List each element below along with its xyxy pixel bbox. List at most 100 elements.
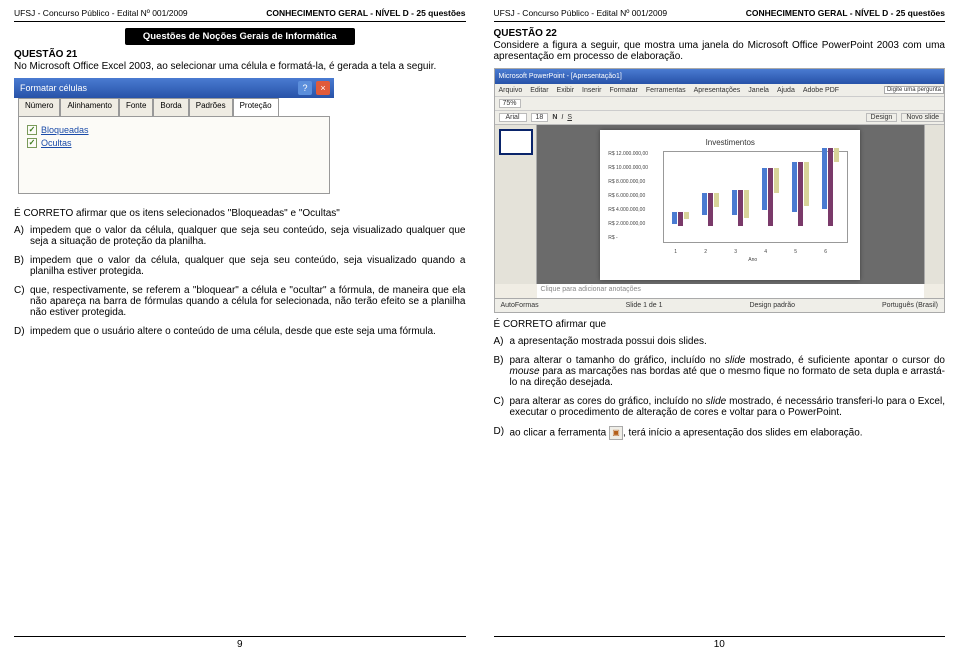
ppt-toolbar-1: 75% <box>495 97 945 111</box>
check-bloqueadas-row[interactable]: ✓ Bloqueadas <box>27 125 321 135</box>
zoom-box[interactable]: 75% <box>499 99 521 108</box>
header-right: CONHECIMENTO GERAL - NÍVEL D - 25 questõ… <box>266 8 465 18</box>
x-tick: 5 <box>794 249 797 255</box>
help-search-box[interactable]: Digite uma pergunta <box>884 86 944 94</box>
opt-b-pre: para alterar o tamanho do gráfico, inclu… <box>510 355 725 366</box>
opt-b-mid: mostrado, é suficiente apontar o cursor … <box>745 355 945 366</box>
bold-icon[interactable]: N <box>552 114 557 121</box>
header-row: UFSJ - Concurso Público - Edital Nº 001/… <box>14 8 466 22</box>
tab-numero[interactable]: Número <box>18 98 60 116</box>
menu-adobepdf[interactable]: Adobe PDF <box>803 87 839 94</box>
dialog-close-icon[interactable]: × <box>316 81 330 95</box>
thumbnail-panel <box>495 125 537 284</box>
dialog-help-icon[interactable]: ? <box>298 81 312 95</box>
autoforms-button[interactable]: AutoFormas <box>501 302 539 309</box>
menu-ferramentas[interactable]: Ferramentas <box>646 87 686 94</box>
header-left: UFSJ - Concurso Público - Edital Nº 001/… <box>494 8 668 18</box>
ppt-title-bar: Microsoft PowerPoint - [Apresentação1] <box>495 69 945 84</box>
y-tick: R$ 2.000.000,00 <box>608 221 645 227</box>
x-tick: 6 <box>824 249 827 255</box>
q22-heading: QUESTÃO 22 <box>494 28 946 39</box>
option-letter: B) <box>14 255 30 277</box>
tab-fonte[interactable]: Fonte <box>119 98 153 116</box>
menu-exibir[interactable]: Exibir <box>557 87 575 94</box>
tab-padroes[interactable]: Padrões <box>189 98 233 116</box>
x-tick: 3 <box>734 249 737 255</box>
option-text: impedem que o valor da célula, qualquer … <box>30 225 466 247</box>
menu-arquivo[interactable]: Arquivo <box>499 87 523 94</box>
menu-inserir[interactable]: Inserir <box>582 87 601 94</box>
x-axis-label: Ano <box>748 257 757 263</box>
q22-body: Considere a figura a seguir, que mostra … <box>494 40 946 62</box>
option-letter: A) <box>494 336 510 347</box>
page-right: UFSJ - Concurso Público - Edital Nº 001/… <box>480 0 959 654</box>
check-icon[interactable]: ✓ <box>27 138 37 148</box>
status-bar: AutoFormas Slide 1 de 1 Design padrão Po… <box>495 298 945 312</box>
option-letter: D) <box>494 426 510 440</box>
opt-d-post: , terá início a apresentação dos slides … <box>623 428 863 439</box>
option-text: que, respectivamente, se referem a "bloq… <box>30 285 466 318</box>
option-text: ao clicar a ferramenta ▣, terá início a … <box>510 426 946 440</box>
task-panel[interactable] <box>924 125 944 284</box>
y-tick: R$ - <box>608 235 617 241</box>
slide-canvas[interactable]: Investimentos R$ 12.000.000,00 R$ 10.000… <box>600 130 860 280</box>
option-letter: C) <box>14 285 30 318</box>
q21-opt-d: D) impedem que o usuário altere o conteú… <box>14 326 466 337</box>
q21-heading: QUESTÃO 21 <box>14 49 466 60</box>
x-tick: 2 <box>704 249 707 255</box>
dialog-title-text: Formatar células <box>20 83 87 93</box>
check-ocultas-label: Ocultas <box>41 138 72 148</box>
menu-apresentacoes[interactable]: Apresentações <box>694 87 741 94</box>
option-text: para alterar o tamanho do gráfico, inclu… <box>510 355 946 388</box>
check-icon[interactable]: ✓ <box>27 125 37 135</box>
page-number-left: 9 <box>14 636 466 650</box>
newslide-button[interactable]: Novo slide <box>901 113 944 122</box>
slideshow-icon[interactable]: ▣ <box>609 426 623 440</box>
option-letter: C) <box>494 396 510 418</box>
tab-protecao[interactable]: Proteção <box>233 98 279 116</box>
draw-toolbar[interactable]: AutoFormas <box>501 302 539 309</box>
excel-dialog: Formatar células ? × Número Alinhamento … <box>14 78 334 198</box>
opt-b-em1: slide <box>725 355 746 366</box>
underline-icon[interactable]: S <box>567 114 572 121</box>
size-box[interactable]: 18 <box>531 113 549 122</box>
tab-alinhamento[interactable]: Alinhamento <box>60 98 118 116</box>
section-header-label: Questões de Noções Gerais de Informática <box>125 28 355 45</box>
y-tick: R$ 4.000.000,00 <box>608 207 645 213</box>
menu-editar[interactable]: Editar <box>530 87 548 94</box>
slide-thumbnail-1[interactable] <box>499 129 533 155</box>
design-button[interactable]: Design <box>866 113 898 122</box>
italic-icon[interactable]: I <box>561 114 563 121</box>
tab-borda[interactable]: Borda <box>153 98 188 116</box>
menu-ajuda[interactable]: Ajuda <box>777 87 795 94</box>
option-text: impedem que o valor da célula, qualquer … <box>30 255 466 277</box>
q22-opt-a: A) a apresentação mostrada possui dois s… <box>494 336 946 347</box>
check-ocultas-row[interactable]: ✓ Ocultas <box>27 138 321 148</box>
opt-c-pre: para alterar as cores do gráfico, incluí… <box>510 396 706 407</box>
q22-opt-d: D) ao clicar a ferramenta ▣, terá início… <box>494 426 946 440</box>
font-box[interactable]: Arial <box>499 113 527 122</box>
status-design: Design padrão <box>749 302 795 309</box>
x-tick: 4 <box>764 249 767 255</box>
option-text: impedem que o usuário altere o conteúdo … <box>30 326 466 337</box>
q21-opt-c: C) que, respectivamente, se referem a "b… <box>14 285 466 318</box>
x-tick: 1 <box>674 249 677 255</box>
header-left: UFSJ - Concurso Público - Edital Nº 001/… <box>14 8 188 18</box>
option-text: para alterar as cores do gráfico, incluí… <box>510 396 946 418</box>
check-bloqueadas-label: Bloqueadas <box>41 125 89 135</box>
notes-pane[interactable]: Clique para adicionar anotações <box>537 284 925 298</box>
dialog-body: ✓ Bloqueadas ✓ Ocultas <box>18 116 330 194</box>
dialog-tabs: Número Alinhamento Fonte Borda Padrões P… <box>18 98 330 116</box>
q21-opt-b: B) impedem que o valor da célula, qualqu… <box>14 255 466 277</box>
menu-formatar[interactable]: Formatar <box>610 87 638 94</box>
q22-stem: É CORRETO afirmar que <box>494 319 946 330</box>
chart-title: Investimentos <box>608 138 852 147</box>
opt-d-pre: ao clicar a ferramenta <box>510 428 610 439</box>
header-right: CONHECIMENTO GERAL - NÍVEL D - 25 questõ… <box>746 8 945 18</box>
q21-body: No Microsoft Office Excel 2003, ao selec… <box>14 61 466 72</box>
menu-janela[interactable]: Janela <box>748 87 769 94</box>
section-header: Questões de Noções Gerais de Informática <box>14 28 466 45</box>
q21-opt-a: A) impedem que o valor da célula, qualqu… <box>14 225 466 247</box>
q22-opt-b: B) para alterar o tamanho do gráfico, in… <box>494 355 946 388</box>
ppt-toolbar-2: Arial 18 N I S Design Novo slide <box>495 111 945 125</box>
